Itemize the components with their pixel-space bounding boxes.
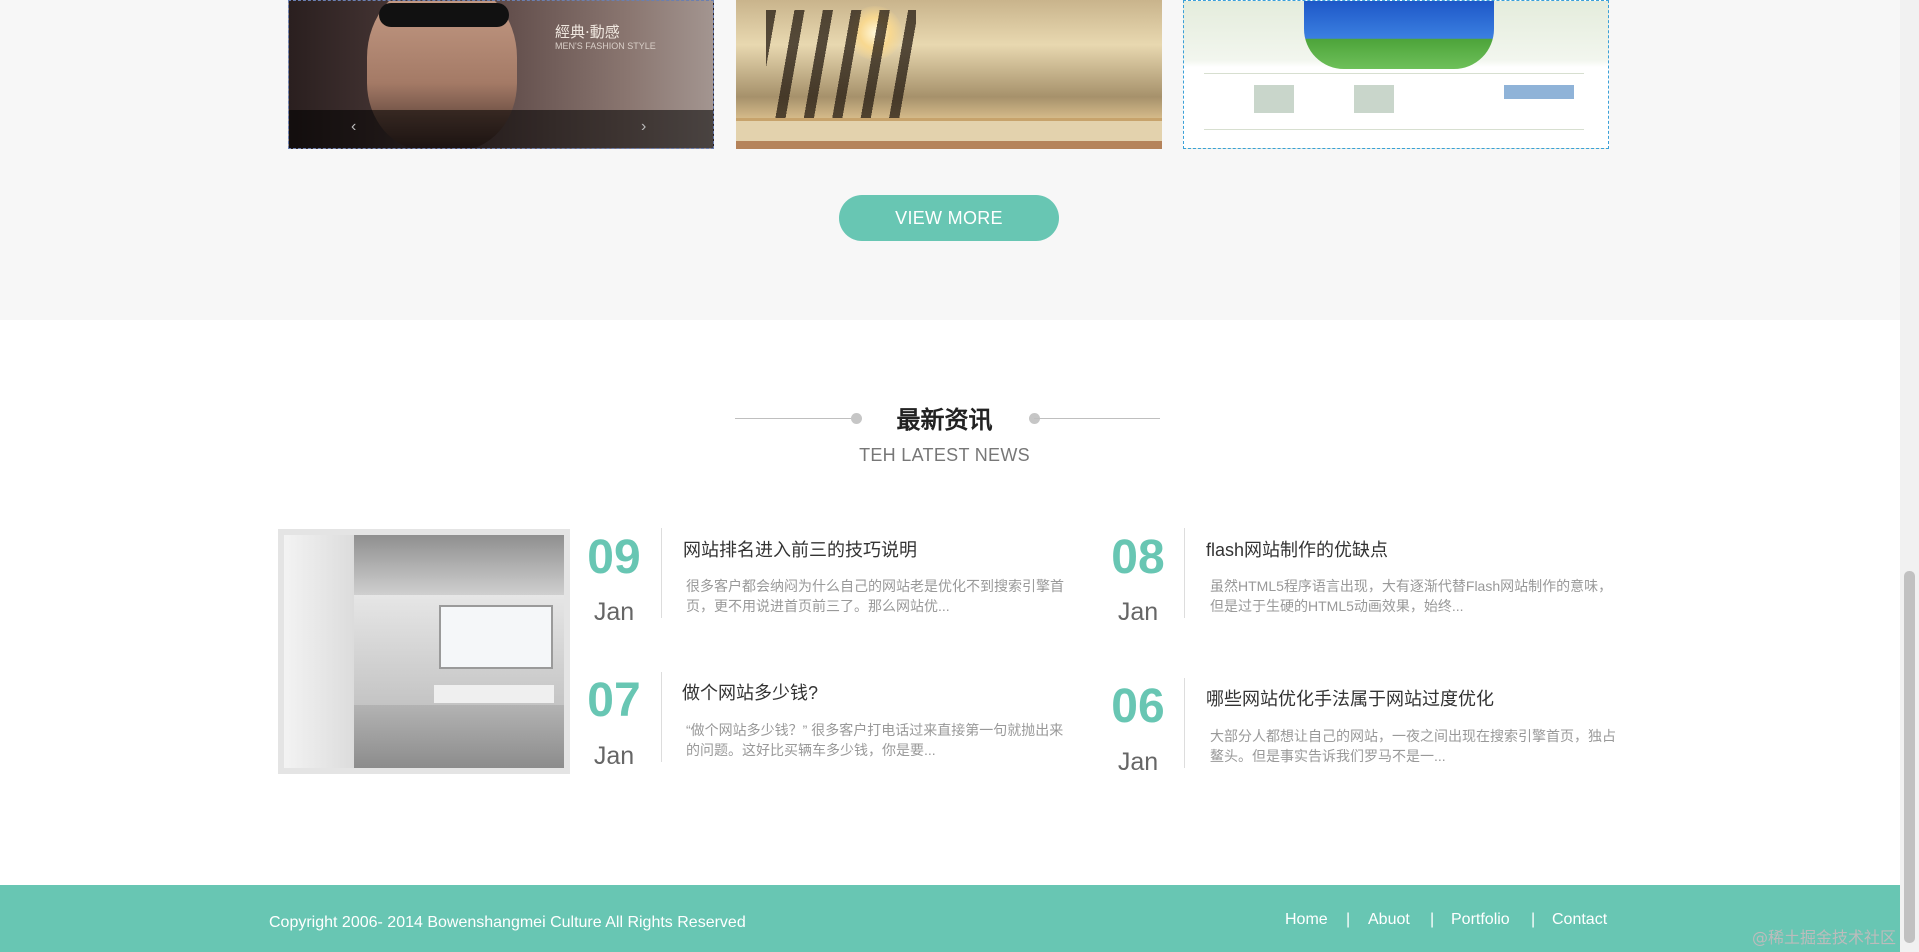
scrollbar-thumb[interactable]: [1904, 571, 1915, 943]
copyright-text: Copyright 2006- 2014 Bowenshangmei Cultu…: [269, 914, 746, 931]
news-summary: 虽然HTML5程序语言出现，大有逐渐代替Flash网站制作的意味，但是过于生硬的…: [1210, 578, 1613, 614]
news-summary: “做个网站多少钱？” 很多客户打电话过来直接第一句就抛出来的问题。这好比买辆车多…: [686, 722, 1064, 758]
thumbnail-carousel-strip: ‹ ›: [289, 110, 713, 148]
footer: Copyright 2006- 2014 Bowenshangmei Cultu…: [0, 885, 1900, 952]
portfolio-thumbnail-sunset[interactable]: [736, 0, 1162, 149]
thumbnail-footer-strip: [736, 141, 1162, 149]
thumbnail-slogan-en: MEN'S FASHION STYLE: [555, 41, 656, 51]
section-title: 最新资讯: [896, 407, 993, 434]
news-date-day: 08: [1111, 531, 1165, 584]
chevron-right-icon: ›: [641, 118, 647, 135]
chair-image: [766, 10, 916, 130]
footer-separator: |: [1430, 911, 1435, 928]
news-divider: [661, 528, 662, 618]
section-subtitle: TEH LATEST NEWS: [859, 445, 1030, 465]
photo-window: [439, 605, 553, 669]
news-date-month: Jan: [593, 742, 635, 770]
news-title-link[interactable]: 做个网站多少钱?: [682, 679, 818, 705]
news-date-month: Jan: [1117, 748, 1159, 776]
news-summary: 大部分人都想让自己的网站，一夜之间出现在搜索引擎首页，独占鳌头。但是事实告诉我们…: [1210, 728, 1616, 764]
photo-desk: [434, 685, 554, 703]
news-title-link[interactable]: 网站排名进入前三的技巧说明: [683, 536, 917, 562]
footer-link-contact[interactable]: Contact: [1552, 911, 1607, 929]
photo-wall: [284, 535, 354, 768]
photo-ceiling: [354, 535, 564, 595]
news-office-photo[interactable]: [278, 529, 570, 774]
portfolio-thumbnail-factory[interactable]: [1183, 0, 1609, 149]
footer-link-about[interactable]: Abuot: [1368, 911, 1410, 929]
footer-link-portfolio[interactable]: Portfolio: [1451, 911, 1510, 929]
thumbnail-divider: [1204, 73, 1584, 74]
news-date-day: 09: [587, 531, 641, 584]
sunglasses-image: [379, 3, 509, 27]
thumbnail-slogan-cn: 經典·動感: [555, 23, 620, 41]
thumbnail-divider: [1204, 129, 1584, 130]
photo-floor: [354, 705, 564, 768]
footer-separator: |: [1346, 911, 1351, 928]
news-date-day: 06: [1111, 680, 1165, 733]
news-divider: [1184, 528, 1185, 618]
factory-image: [1304, 1, 1494, 69]
news-summary: 很多客户都会纳闷为什么自己的网站老是优化不到搜索引擎首页，更不用说进首页前三了。…: [686, 578, 1064, 614]
thumbnail-image-block: [1254, 85, 1294, 113]
view-more-button[interactable]: VIEW MORE: [839, 195, 1059, 241]
chevron-left-icon: ‹: [351, 118, 357, 135]
news-date-day: 07: [587, 674, 641, 727]
news-date-month: Jan: [1117, 598, 1159, 626]
news-title-link[interactable]: flash网站制作的优缺点: [1206, 536, 1388, 562]
news-divider: [1184, 678, 1185, 768]
heading-decoration-line-right: [1034, 418, 1160, 419]
news-divider: [661, 672, 662, 762]
news-title-link[interactable]: 哪些网站优化手法属于网站过度优化: [1206, 685, 1494, 711]
watermark: @稀土掘金技术社区: [1752, 928, 1897, 947]
news-date-month: Jan: [593, 598, 635, 626]
thumbnail-image-block: [1354, 85, 1394, 113]
thumbnail-image-block: [1504, 85, 1574, 99]
page-scrollbar[interactable]: [1900, 0, 1919, 952]
portfolio-thumbnail-fashion[interactable]: 經典·動感 MEN'S FASHION STYLE ‹ ›: [288, 0, 714, 149]
portfolio-section: 經典·動感 MEN'S FASHION STYLE ‹ › VIEW MORE: [0, 0, 1900, 320]
footer-separator: |: [1531, 911, 1536, 928]
footer-link-home[interactable]: Home: [1285, 911, 1328, 929]
